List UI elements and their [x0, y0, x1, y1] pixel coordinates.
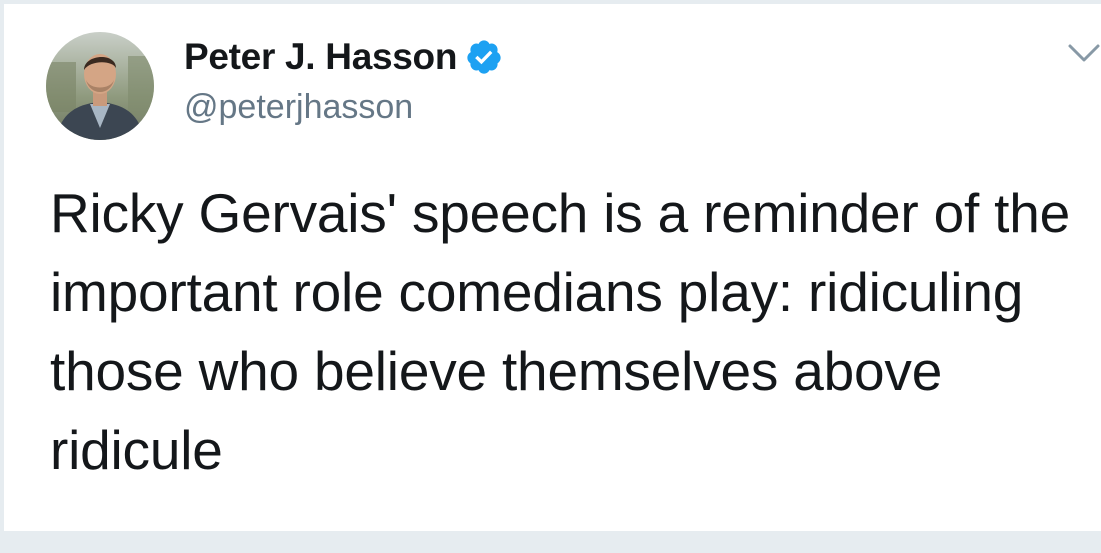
author-handle[interactable]: @peterjhasson	[184, 88, 413, 127]
tweet-card: Peter J. Hasson @peterjhasson Ricky Gerv…	[0, 0, 1101, 553]
tweet-text: Ricky Gervais' speech is a reminder of t…	[50, 182, 1071, 481]
verified-badge-icon	[465, 38, 503, 76]
avatar[interactable]	[46, 32, 154, 140]
author-display-name[interactable]: Peter J. Hasson	[184, 36, 457, 78]
chevron-down-icon[interactable]	[1067, 42, 1101, 64]
author-name-row: Peter J. Hasson	[184, 34, 503, 80]
avatar-photo	[46, 32, 154, 140]
